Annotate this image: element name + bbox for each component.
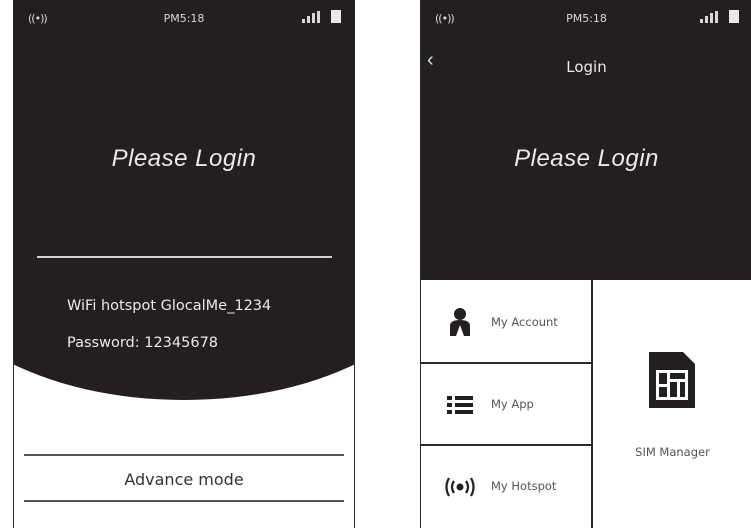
sim-manager-button[interactable]: SIM Manager [593,282,751,528]
my-account-button[interactable]: My Account [421,282,591,362]
password-text: Password: 12345678 [67,335,219,351]
my-hotspot-button[interactable]: My Hotspot [421,446,591,526]
login-screen-left: ((•)) PM5:18 Please Login WiFi hotspot G… [13,0,355,528]
status-bar: ((•)) PM5:18 [14,0,354,34]
login-screen-right: ((•)) PM5:18 ‹ Login Please Login My Acc… [420,0,751,528]
vibrate-icon: ((•)) [28,12,48,25]
hotspot-icon [445,477,475,497]
vibrate-icon: ((•)) [435,12,455,25]
page-title: Please Login [111,145,257,172]
battery-icon [729,10,739,23]
divider [37,256,332,258]
sim-card-icon [649,352,695,408]
battery-icon [331,10,341,23]
my-hotspot-label: My Hotspot [491,479,557,493]
signal-strength-icon [302,11,320,23]
user-icon [450,308,470,336]
page-title: Please Login [514,145,659,172]
advance-mode-button[interactable]: Advance mode [14,470,354,489]
dark-header [421,0,751,280]
divider [24,454,344,456]
status-time: PM5:18 [163,12,205,25]
list-icon [447,396,473,414]
divider [24,500,344,502]
my-app-label: My App [491,397,534,411]
wifi-hotspot-text: WiFi hotspot GlocalMe_1234 [67,298,272,314]
nav-title: Login [566,58,607,76]
signal-strength-icon [700,11,718,23]
my-account-label: My Account [491,315,558,329]
my-app-button[interactable]: My App [421,364,591,444]
sim-manager-label: SIM Manager [635,445,710,459]
status-time: PM5:18 [566,12,607,25]
status-bar: ((•)) PM5:18 [421,0,751,34]
